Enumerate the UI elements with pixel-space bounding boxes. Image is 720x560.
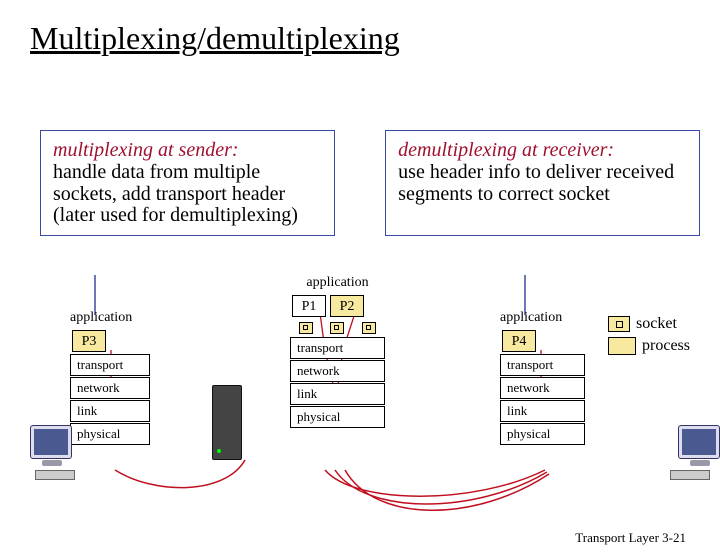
page-title: Multiplexing/demultiplexing: [30, 20, 720, 57]
server-icon: [212, 385, 242, 460]
process-legend-label: process: [642, 337, 690, 355]
layer-physical: physical: [70, 423, 150, 445]
keyboard-icon: [35, 470, 75, 480]
keyboard-icon: [670, 470, 710, 480]
socket-icon: [330, 322, 344, 334]
socket-icon: [299, 322, 313, 334]
host-right-stack: application P4 transport network link ph…: [500, 310, 585, 446]
computer-icon: [30, 425, 72, 459]
layer-application: application: [290, 275, 385, 291]
layer-application: application: [500, 310, 585, 326]
demux-title: demultiplexing at receiver:: [398, 139, 687, 162]
process-p1: P1: [292, 295, 326, 317]
footer-section: Transport Layer: [575, 530, 659, 545]
layer-transport: transport: [70, 354, 150, 376]
host-left-stack: application P3 transport network link ph…: [70, 310, 150, 446]
process-p2: P2: [330, 295, 364, 317]
layer-link: link: [290, 383, 385, 405]
legend: socket process: [608, 315, 690, 359]
demux-box: demultiplexing at receiver: use header i…: [385, 130, 700, 236]
footer: Transport Layer 3-21: [575, 530, 686, 546]
mux-title: multiplexing at sender:: [53, 139, 322, 162]
layer-transport: transport: [290, 337, 385, 359]
process-legend-icon: [608, 337, 636, 355]
layer-application: application: [70, 310, 150, 326]
layer-network: network: [290, 360, 385, 382]
layer-link: link: [70, 400, 150, 422]
process-p4: P4: [502, 330, 536, 352]
layer-transport: transport: [500, 354, 585, 376]
socket-legend-icon: [608, 316, 630, 332]
footer-page: 3-21: [662, 530, 686, 545]
process-p3: P3: [72, 330, 106, 352]
layer-network: network: [70, 377, 150, 399]
host-middle-stack: application P1 P2 transport network link…: [290, 275, 385, 429]
demux-text: use header info to deliver received segm…: [398, 162, 687, 205]
socket-icon: [362, 322, 376, 334]
mux-box: multiplexing at sender: handle data from…: [40, 130, 335, 236]
layer-physical: physical: [500, 423, 585, 445]
layer-link: link: [500, 400, 585, 422]
socket-legend-label: socket: [636, 315, 677, 333]
concept-boxes: multiplexing at sender: handle data from…: [40, 130, 700, 236]
mux-text: handle data from multiple sockets, add t…: [53, 162, 322, 227]
layer-network: network: [500, 377, 585, 399]
computer-icon: [678, 425, 720, 459]
layer-physical: physical: [290, 406, 385, 428]
diagram: application P3 transport network link ph…: [30, 275, 700, 515]
